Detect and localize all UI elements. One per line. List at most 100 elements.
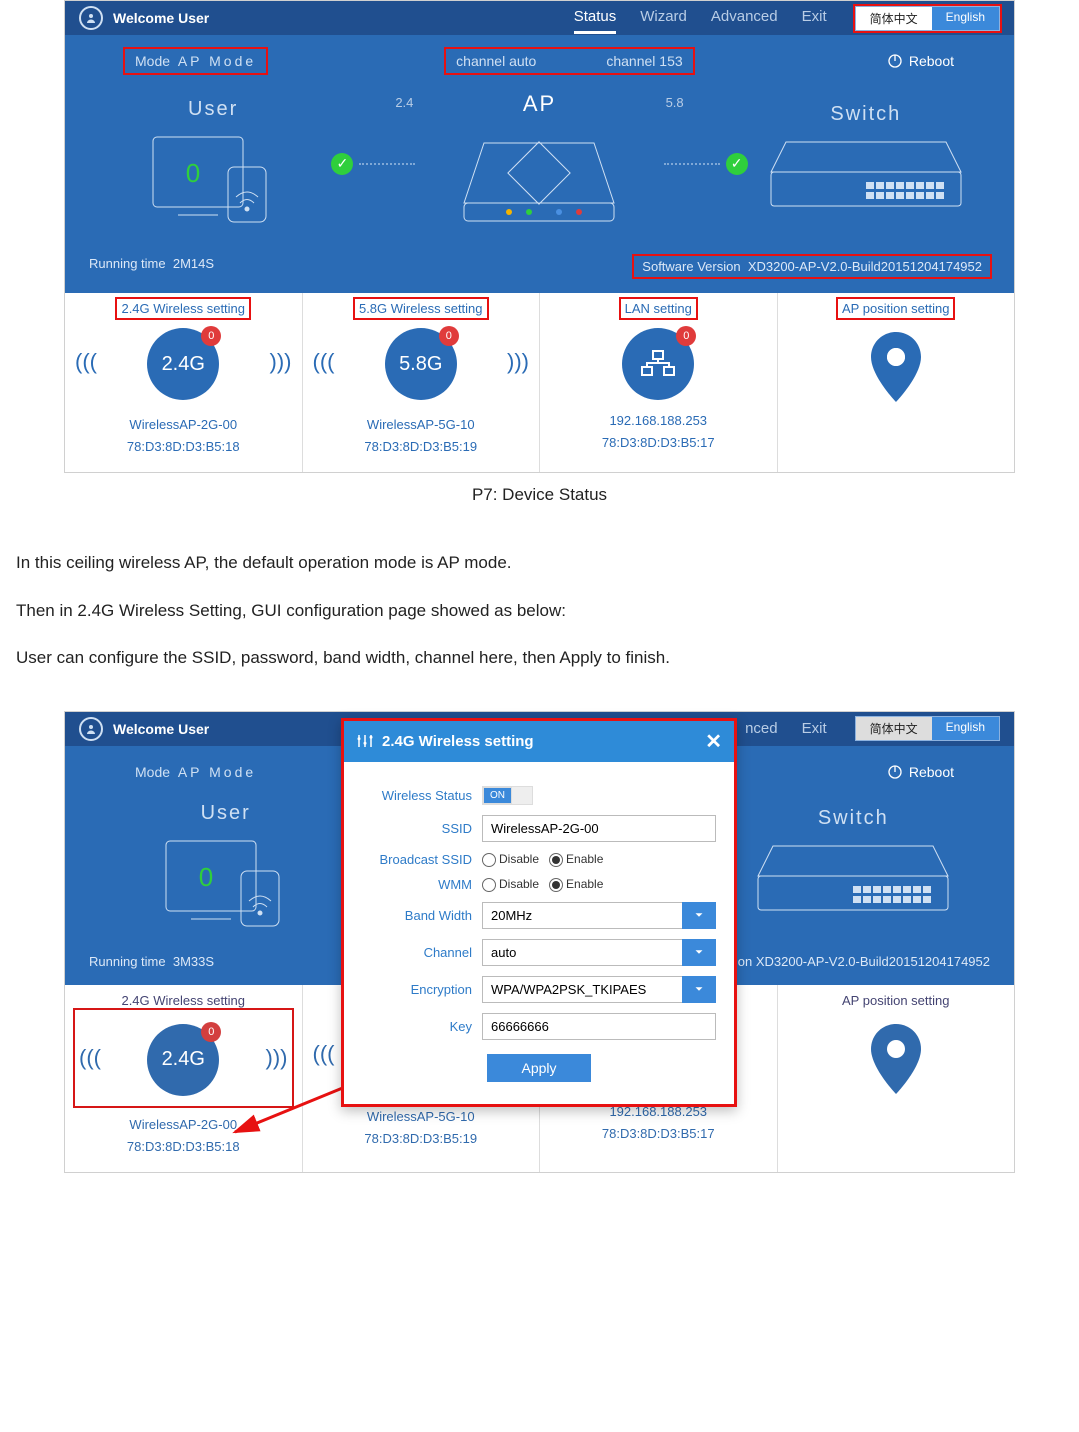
lan-icon: 0 xyxy=(622,328,694,400)
ssid-24g: WirelessAP-2G-00 xyxy=(75,414,292,436)
user-device-icon: 0 xyxy=(95,127,331,230)
location-pin-icon xyxy=(788,332,1005,405)
switch-device-icon xyxy=(723,836,984,929)
apply-button[interactable]: Apply xyxy=(487,1054,590,1082)
toggle-on-label: ON xyxy=(483,787,512,804)
wifi-58g-icon: ((( 5.8G0 ))) xyxy=(313,318,530,406)
user-avatar-icon xyxy=(79,717,103,741)
close-icon[interactable]: ✕ xyxy=(705,729,722,754)
link-ap-switch: ✓ xyxy=(658,153,748,175)
running-time: Running time 3M33S xyxy=(89,954,214,969)
lang-english-button[interactable]: English xyxy=(932,7,999,30)
status-ok-icon: ✓ xyxy=(726,153,748,175)
channel-indicator: channel auto channel 153 xyxy=(446,49,692,73)
running-time-label: Running time xyxy=(89,954,166,969)
ssid-input[interactable] xyxy=(482,815,716,842)
freq-2g-label: 2.4 xyxy=(395,95,413,110)
broadcast-ssid-label: Broadcast SSID xyxy=(362,852,482,867)
card-lan-setting[interactable]: LAN setting 0 192.168.188.253 78:D3:8D:D… xyxy=(540,293,778,472)
switch-column: Switch xyxy=(748,103,984,225)
client-count-badge: 0 xyxy=(201,1022,221,1042)
card-24g-wireless[interactable]: 2.4G Wireless setting ((( 2.4G0 ))) Wire… xyxy=(65,293,303,472)
settings-cards-row: 2.4G Wireless setting ((( 2.4G0 ))) Wire… xyxy=(65,293,1014,472)
channel-select[interactable] xyxy=(482,939,716,966)
card-ap-position[interactable]: AP position setting xyxy=(778,293,1015,472)
doc-paragraph-3: User can configure the SSID, password, b… xyxy=(16,643,1063,674)
channel-2g-value: auto xyxy=(509,53,536,69)
modal-title: 2.4G Wireless setting xyxy=(382,733,534,750)
sub-bar: Mode AP Mode channel auto channel 153 Re… xyxy=(65,35,1014,77)
user-avatar-icon xyxy=(79,6,103,30)
card-58g-wireless[interactable]: 5.8G Wireless setting ((( 5.8G0 ))) Wire… xyxy=(303,293,541,472)
key-input[interactable] xyxy=(482,1013,716,1040)
lan-badge: 0 xyxy=(676,326,696,346)
screenshot-24g-settings: Welcome User StatusWizard nced Exit 简体中文… xyxy=(64,711,1015,1173)
card-header-24g: 2.4G Wireless setting xyxy=(117,991,249,1010)
mode-indicator: Mode AP Mode xyxy=(125,760,266,784)
power-icon xyxy=(887,764,903,780)
lang-english-button[interactable]: English xyxy=(932,717,999,740)
ap-device-icon xyxy=(421,123,657,236)
card-ap-position[interactable]: AP position setting xyxy=(778,985,1015,1172)
svg-text:0: 0 xyxy=(186,158,200,188)
band-58g-label: 5.8G xyxy=(399,353,442,376)
lan-mac: 78:D3:8D:D3:B5:17 xyxy=(550,1123,767,1145)
disable-label: Disable xyxy=(499,877,539,891)
channel-2g-label: channel xyxy=(456,53,505,69)
ssid-58g: WirelessAP-5G-10 xyxy=(313,414,530,436)
enable-label: Enable xyxy=(566,877,603,891)
mode-label: Mode xyxy=(135,53,170,69)
tab-status[interactable]: Status xyxy=(574,2,617,34)
card-header-24g: 2.4G Wireless setting xyxy=(117,299,249,318)
client-count-badge: 0 xyxy=(439,326,459,346)
mode-indicator: Mode AP Mode xyxy=(125,49,266,73)
modal-header: 2.4G Wireless setting ✕ xyxy=(344,721,734,762)
tab-exit[interactable]: Exit xyxy=(802,2,827,34)
ap-title: AP xyxy=(421,91,657,117)
tab-advanced[interactable]: Advanced xyxy=(711,2,778,34)
band-24g-label: 2.4G xyxy=(162,1048,205,1071)
channel-label: Channel xyxy=(362,945,482,960)
tab-wizard[interactable]: Wizard xyxy=(640,2,687,34)
tab-exit[interactable]: Exit xyxy=(802,714,827,743)
reboot-button[interactable]: Reboot xyxy=(887,53,954,69)
encryption-select[interactable] xyxy=(482,976,716,1003)
user-column: User 0 xyxy=(95,98,331,230)
key-label: Key xyxy=(362,1019,482,1034)
reboot-button[interactable]: Reboot xyxy=(887,764,954,780)
disable-label: Disable xyxy=(499,852,539,866)
lang-chinese-button[interactable]: 简体中文 xyxy=(856,7,932,30)
wmm-enable-radio[interactable]: Enable xyxy=(549,877,603,892)
software-version: Software Version XD3200-AP-V2.0-Build201… xyxy=(634,256,990,277)
meta-row: Running time 2M14S Software Version XD32… xyxy=(65,246,1014,293)
sliders-icon xyxy=(356,732,374,750)
wmm-disable-radio[interactable]: Disable xyxy=(482,877,539,892)
tab-advanced-cut[interactable]: nced xyxy=(745,714,778,743)
svg-text:0: 0 xyxy=(199,862,213,892)
chevron-down-icon xyxy=(682,902,716,929)
wireless-status-toggle[interactable]: ON xyxy=(482,786,533,805)
reboot-label: Reboot xyxy=(909,53,954,69)
version-value: XD3200-AP-V2.0-Build20151204174952 xyxy=(748,259,982,274)
mode-value: AP Mode xyxy=(178,764,256,780)
wireless-settings-modal: 2.4G Wireless setting ✕ Wireless Status … xyxy=(341,718,737,1107)
wireless-status-label: Wireless Status xyxy=(362,788,482,803)
bandwidth-select[interactable] xyxy=(482,902,716,929)
language-switch: 简体中文 English xyxy=(855,6,1000,31)
client-count-badge: 0 xyxy=(201,326,221,346)
ssid-label: SSID xyxy=(362,821,482,836)
chevron-down-icon xyxy=(682,976,716,1003)
figure-caption: P7: Device Status xyxy=(0,473,1079,511)
lang-chinese-button[interactable]: 简体中文 xyxy=(856,717,932,740)
user-device-icon: 0 xyxy=(95,831,356,934)
reboot-label: Reboot xyxy=(909,764,954,780)
card-header-lan: LAN setting xyxy=(621,299,696,318)
band-24g-label: 2.4G xyxy=(162,353,205,376)
running-time: Running time 2M14S xyxy=(89,256,214,277)
broadcast-disable-radio[interactable]: Disable xyxy=(482,852,539,867)
card-24g-wireless[interactable]: 2.4G Wireless setting ((( 2.4G0 ))) Wire… xyxy=(65,985,303,1172)
welcome-text: Welcome User xyxy=(113,721,209,737)
broadcast-enable-radio[interactable]: Enable xyxy=(549,852,603,867)
language-switch: 简体中文 English xyxy=(855,716,1000,741)
mode-label: Mode xyxy=(135,764,170,780)
